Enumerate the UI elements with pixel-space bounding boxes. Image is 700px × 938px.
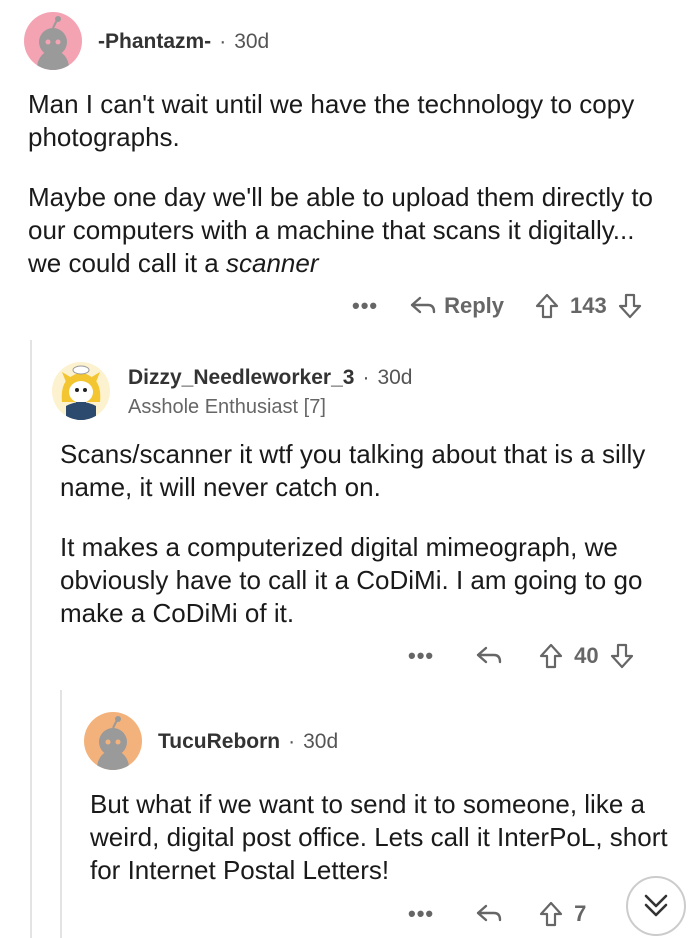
reply-arrow-icon [476, 646, 502, 664]
avatar[interactable] [52, 362, 110, 420]
username[interactable]: Dizzy_Needleworker_3 [128, 366, 354, 389]
comment-age: 30d [303, 730, 339, 753]
reply-button[interactable]: Reply [408, 293, 504, 319]
collapse-thread-button[interactable] [626, 876, 686, 936]
upvote-arrow-icon [535, 293, 559, 319]
comment-paragraph: Scans/scanner it wtf you talking about t… [60, 439, 646, 502]
downvote-button[interactable] [617, 292, 643, 320]
comment-meta: Dizzy_Needleworker_3 · 30d [128, 366, 413, 389]
upvote-button[interactable] [538, 900, 564, 928]
user-flair: Asshole Enthusiast [7] [128, 396, 326, 418]
comment-paragraph: Maybe one day we'll be able to upload th… [28, 181, 668, 280]
upvote-arrow-icon [540, 901, 563, 927]
comment-actions: ••• Reply 143 [352, 286, 643, 326]
comment-meta: TucuReborn · 30d [158, 730, 339, 753]
upvote-arrow-icon [540, 643, 563, 669]
comment-paragraph-text: Maybe one day we'll be able to upload th… [28, 182, 654, 278]
comment-age: 30d [234, 30, 270, 53]
downvote-arrow-icon [618, 293, 641, 319]
more-dots-icon[interactable]: ••• [408, 643, 434, 669]
comment-actions: ••• 40 [408, 636, 635, 676]
username[interactable]: -Phantazm- [98, 30, 211, 53]
username[interactable]: TucuReborn [158, 730, 280, 753]
comment-paragraph: It makes a computerized digital mimeogra… [60, 532, 643, 628]
thread-line[interactable] [60, 690, 62, 938]
reply-arrow-icon [410, 296, 436, 314]
reply-arrow-icon [476, 904, 502, 922]
downvote-arrow-icon [610, 643, 633, 669]
avatar[interactable] [24, 12, 82, 70]
comment-meta: -Phantazm- · 30d [98, 30, 270, 53]
emphasis-text: scanner [225, 248, 319, 278]
double-chevron-down-icon [644, 894, 668, 917]
reply-button[interactable] [474, 644, 504, 668]
comment-age: 30d [377, 366, 413, 389]
upvote-button[interactable] [538, 642, 564, 670]
reply-button[interactable] [474, 902, 504, 926]
reply-label: Reply [444, 293, 505, 318]
upvote-button[interactable] [534, 292, 560, 320]
comment-actions: ••• 7 [408, 894, 586, 934]
avatar[interactable] [84, 712, 142, 770]
vote-count: 143 [570, 293, 607, 318]
comment-paragraph: Man I can't wait until we have the techn… [28, 89, 635, 152]
downvote-button[interactable] [609, 642, 635, 670]
vote-count: 7 [574, 901, 587, 926]
comment-paragraph: But what if we want to send it to someon… [90, 789, 668, 885]
more-dots-icon[interactable]: ••• [408, 901, 434, 927]
more-dots-icon[interactable]: ••• [352, 293, 378, 319]
vote-count: 40 [574, 643, 599, 668]
thread-line[interactable] [30, 340, 32, 938]
